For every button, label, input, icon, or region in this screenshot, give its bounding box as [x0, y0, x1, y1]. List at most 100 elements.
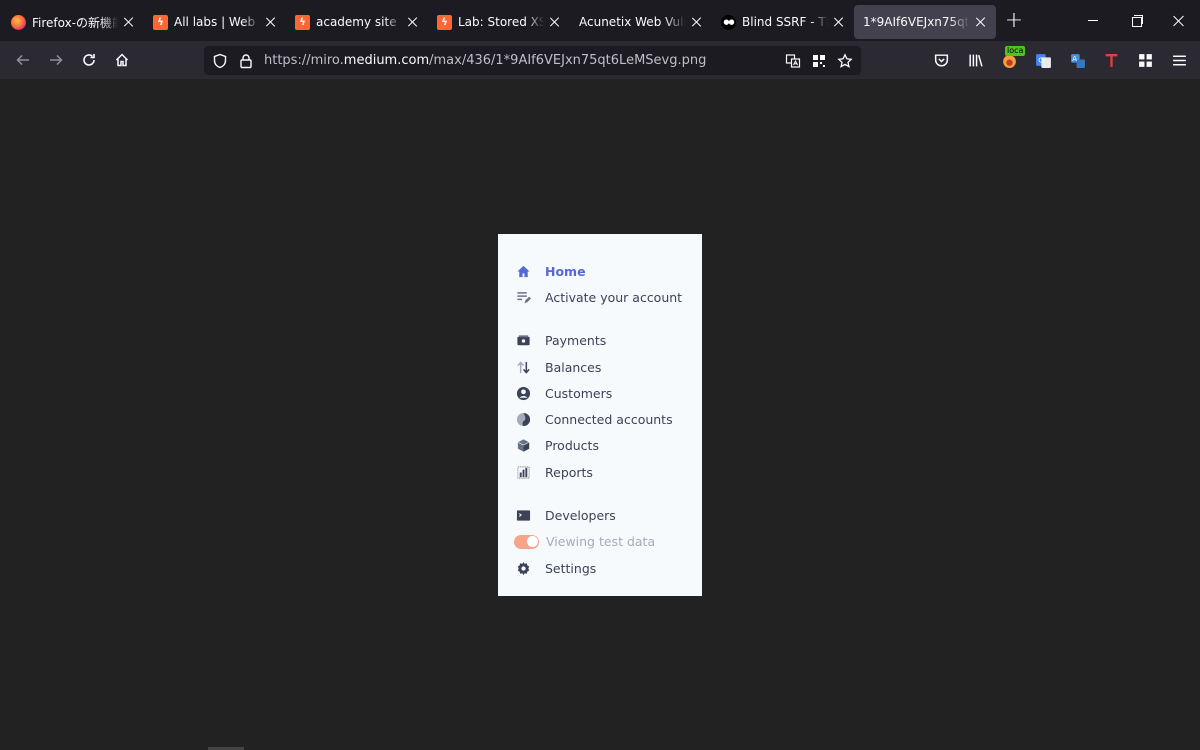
localhost-extension-button[interactable]: loca — [992, 44, 1026, 76]
test-data-toggle — [514, 534, 539, 549]
tab-title: Firefox-の新機能・ — [32, 15, 118, 30]
box-icon — [514, 438, 532, 454]
menu-item-label: Viewing test data — [546, 534, 656, 550]
new-tab-button[interactable]: + — [996, 0, 1032, 41]
tab-academy-site-bug[interactable]: ϟ academy site bug — [286, 5, 428, 39]
menu-item-label: Products — [545, 438, 599, 454]
gear-icon — [514, 560, 532, 576]
close-window-button[interactable] — [1157, 0, 1200, 41]
close-tab-icon[interactable] — [406, 15, 420, 29]
qr-code-icon[interactable] — [809, 51, 829, 71]
bar-chart-icon — [514, 464, 532, 480]
close-tab-icon[interactable] — [832, 15, 846, 29]
window-controls — [1071, 0, 1200, 41]
extensions-button[interactable] — [1128, 44, 1162, 76]
url-path: /max/436/1*9AIf6VEJxn75qt6LeMSevg.png — [429, 53, 707, 68]
arrows-up-down-icon — [514, 359, 532, 375]
tab-acunetix[interactable]: Acunetix Web Vulnerability — [570, 5, 712, 39]
tab-list: Firefox-の新機能・ ϟ All labs | Web Security … — [0, 0, 996, 41]
close-tab-icon[interactable] — [690, 15, 704, 29]
minimize-button[interactable] — [1071, 0, 1114, 41]
menu-item-label: Home — [545, 263, 586, 279]
home-icon — [115, 53, 128, 67]
menu-item-products: Products — [514, 433, 694, 459]
home-button[interactable] — [105, 44, 138, 76]
close-tab-icon[interactable] — [264, 15, 278, 29]
menu-item-label: Activate your account — [545, 289, 683, 305]
close-tab-icon[interactable] — [122, 15, 136, 29]
reload-button[interactable] — [72, 44, 105, 76]
arrow-right-icon — [49, 54, 63, 66]
puzzle-grid-icon — [1138, 53, 1152, 67]
menu-item-label: Settings — [545, 560, 597, 576]
menu-item-reports: Reports — [514, 459, 694, 485]
back-button[interactable] — [6, 44, 39, 76]
tab-title: Blind SSRF - The Hacker — [742, 15, 828, 29]
hamburger-menu-icon — [1172, 55, 1186, 65]
svg-text:G: G — [1038, 55, 1044, 64]
translate-page-icon[interactable] — [783, 51, 803, 71]
menu-item-activate-account: Activate your account — [514, 284, 694, 310]
app-menu-button[interactable] — [1162, 44, 1196, 76]
toggle-icon — [514, 534, 539, 550]
menu-item-customers: Customers — [514, 380, 694, 406]
menu-item-connected-accounts: Connected accounts — [514, 406, 694, 432]
navigation-toolbar: https://miro.medium.com/max/436/1*9AIf6V… — [0, 41, 1200, 79]
user-circle-icon — [514, 385, 532, 401]
portswigger-icon: ϟ — [437, 14, 452, 30]
close-tab-icon[interactable] — [974, 15, 988, 29]
url-actions — [783, 51, 861, 71]
url-text[interactable]: https://miro.medium.com/max/436/1*9AIf6V… — [264, 53, 706, 68]
url-host: medium.com — [343, 53, 430, 68]
dashboard-sidebar-menu: Home Activate your account Payments Bala — [514, 258, 694, 581]
library-icon — [968, 54, 983, 67]
extensions-toolbar: loca G A — [924, 41, 1196, 79]
displayed-image: Home Activate your account Payments Bala — [498, 234, 702, 596]
tab-title: Lab: Stored XSS into — [458, 15, 544, 29]
extension-badge: loca — [1005, 46, 1026, 56]
menu-item-viewing-test-data: Viewing test data — [514, 529, 694, 555]
bookmark-star-icon[interactable] — [835, 51, 855, 71]
tab-strip: Firefox-の新機能・ ϟ All labs | Web Security … — [0, 0, 1200, 41]
menu-item-label: Reports — [545, 464, 593, 480]
svg-text:A: A — [1072, 55, 1077, 63]
tab-title: Acunetix Web Vulnerability — [579, 15, 686, 29]
letter-t-icon — [1105, 53, 1117, 67]
t-extension-button[interactable] — [1094, 44, 1128, 76]
tab-title: All labs | Web Security — [174, 15, 260, 29]
restore-button[interactable] — [1114, 0, 1157, 41]
menu-item-developers: Developers — [514, 502, 694, 528]
translate-extension-button[interactable]: G — [1026, 44, 1060, 76]
address-bar[interactable]: https://miro.medium.com/max/436/1*9AIf6V… — [204, 46, 861, 75]
medium-icon — [721, 14, 736, 30]
portswigger-icon: ϟ — [153, 14, 168, 30]
translate-a-icon: A — [1070, 53, 1085, 68]
menu-item-label: Customers — [545, 385, 613, 401]
tab-title: academy site bug — [316, 15, 402, 29]
menu-item-label: Payments — [545, 333, 607, 349]
lock-icon[interactable] — [236, 51, 256, 71]
firefox-icon — [11, 14, 26, 30]
reload-icon — [82, 54, 95, 66]
menu-item-label: Developers — [545, 508, 616, 524]
translate-alt-extension-button[interactable]: A — [1060, 44, 1094, 76]
terminal-icon — [514, 508, 532, 524]
menu-item-label: Balances — [545, 359, 602, 375]
library-button[interactable] — [958, 44, 992, 76]
tracking-protection-shield-icon[interactable] — [210, 51, 230, 71]
tab-blind-ssrf[interactable]: Blind SSRF - The Hacker — [712, 5, 854, 39]
tab-lab-stored-xss[interactable]: ϟ Lab: Stored XSS into — [428, 5, 570, 39]
google-translate-icon: G — [1035, 53, 1051, 68]
tab-image-active[interactable]: 1*9AIf6VEJxn75qt6LeMSevg.png — [854, 5, 996, 39]
pocket-button[interactable] — [924, 44, 958, 76]
menu-item-balances: Balances — [514, 354, 694, 380]
close-tab-icon[interactable] — [548, 15, 562, 29]
tab-firefox-whats-new[interactable]: Firefox-の新機能・ — [2, 5, 144, 39]
checklist-edit-icon — [514, 289, 532, 305]
globe-icon — [514, 412, 532, 428]
tab-title: 1*9AIf6VEJxn75qt6LeMSevg.png — [863, 15, 970, 29]
forward-button[interactable] — [39, 44, 72, 76]
wallet-icon — [514, 333, 532, 349]
arrow-left-icon — [15, 54, 29, 66]
tab-all-labs[interactable]: ϟ All labs | Web Security — [144, 5, 286, 39]
